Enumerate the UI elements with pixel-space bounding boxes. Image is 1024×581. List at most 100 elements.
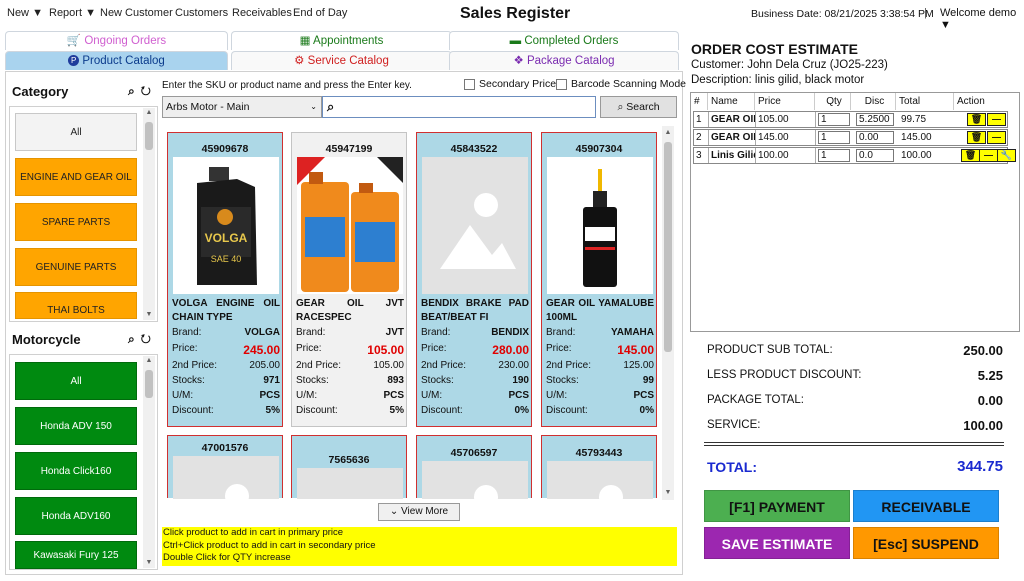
category-all[interactable]: All xyxy=(15,113,137,151)
product-image: VOLGA SAE 40 xyxy=(173,157,279,294)
tab-ongoing-orders[interactable]: 🛒 Ongoing Orders xyxy=(5,31,228,50)
top-menu-bar: New ▼ Report ▼ New Customer Customers Re… xyxy=(0,0,1024,31)
tab-service-catalog[interactable]: ⚙ Service Catalog xyxy=(231,51,452,70)
menu-end-of-day[interactable]: End of Day xyxy=(293,7,347,19)
scroll-down-arrow[interactable]: ▼ xyxy=(662,488,674,498)
scroll-up-arrow[interactable]: ▲ xyxy=(143,356,155,366)
product-card[interactable]: 45907304 GEAR OIL YAMALUBE 100ML Brand: Y… xyxy=(541,132,657,427)
save-estimate-button[interactable]: SAVE ESTIMATE xyxy=(704,527,850,559)
table-row[interactable]: 1 GEAR OIL 105.00 1 5.2500 99.75 🗑 — xyxy=(693,111,1008,128)
product-discount: 0% xyxy=(639,405,654,416)
gears-icon: ⚙ xyxy=(294,55,305,67)
scroll-up-arrow[interactable]: ▲ xyxy=(662,128,674,138)
motorcycle-honda-click160[interactable]: Honda Click160 xyxy=(15,452,137,490)
barcode-mode-checkbox[interactable]: Barcode Scanning Mode xyxy=(556,78,686,90)
image-placeholder-icon xyxy=(599,485,623,499)
product-card[interactable]: 7565636 xyxy=(291,435,407,499)
product-search-input[interactable]: ⌕ xyxy=(322,96,596,118)
search-button[interactable]: ⌕ Search xyxy=(600,96,677,118)
product-name: GEAR OIL JVT RACESPEC xyxy=(296,298,404,323)
product-price: 105.00 xyxy=(367,343,404,357)
tab-appointments[interactable]: ▦ Appointments xyxy=(231,31,452,50)
product-card[interactable]: 45706597 xyxy=(416,435,532,499)
secondary-price-checkbox[interactable]: Secondary Price xyxy=(464,78,556,90)
category-scrollbar[interactable]: ▲ ▼ xyxy=(143,108,155,320)
instructions-box: Click product to add in cart in primary … xyxy=(162,527,677,566)
product-stocks: 971 xyxy=(263,375,280,386)
scroll-down-arrow[interactable]: ▼ xyxy=(143,558,155,568)
motorcycle-honda-adv160[interactable]: Honda ADV160 xyxy=(15,497,137,535)
menu-customers[interactable]: Customers xyxy=(175,7,228,19)
menu-new[interactable]: New ▼ xyxy=(7,7,43,19)
branch-select[interactable]: Arbs Motor - Main ⌄ xyxy=(162,96,322,118)
calendar-icon: ▦ xyxy=(299,35,311,47)
scroll-up-arrow[interactable]: ▲ xyxy=(143,108,155,118)
product-card[interactable]: 45947199 GEAR OIL JVT RACESPEC Brand: JVT… xyxy=(291,132,407,427)
category-genuine-parts[interactable]: GENUINE PARTS xyxy=(15,248,137,286)
catalog-scrollbar[interactable]: ▲ ▼ xyxy=(662,126,674,500)
box-icon: ▬ xyxy=(509,35,522,47)
search-icon[interactable]: ⌕ xyxy=(128,84,141,98)
motorcycle-scrollbar[interactable]: ▲ ▼ xyxy=(143,356,155,568)
product-brand: JVT xyxy=(385,327,404,338)
product-stocks: 190 xyxy=(512,375,529,386)
wrench-icon[interactable]: 🔧 xyxy=(997,149,1016,162)
tab-completed-orders[interactable]: ▬ Completed Orders xyxy=(449,31,679,50)
scroll-thumb[interactable] xyxy=(145,122,153,150)
scroll-down-arrow[interactable]: ▼ xyxy=(143,310,155,320)
motorcycle-all[interactable]: All xyxy=(15,362,137,400)
menu-new-customer[interactable]: New Customer xyxy=(100,7,173,19)
product-card[interactable]: 45793443 xyxy=(541,435,657,499)
table-row[interactable]: 3 Linis Gilid 100.00 1 0.0 100.00 🗑 — 🔧 xyxy=(693,147,1016,164)
motorcycle-kawasaki-fury-125[interactable]: Kawasaki Fury 125 xyxy=(15,541,137,569)
motorcycle-title: Motorcycle xyxy=(12,332,81,347)
chevron-down-icon: ⌄ xyxy=(389,506,399,517)
refresh-icon[interactable]: ↻ xyxy=(141,332,157,346)
minus-icon[interactable]: — xyxy=(987,113,1006,126)
view-more-button[interactable]: ⌄ View More xyxy=(378,503,460,521)
product-sku: 45793443 xyxy=(575,447,623,459)
scroll-thumb[interactable] xyxy=(145,370,153,398)
table-row[interactable]: 2 GEAR OIL 145.00 1 0.00 145.00 🗑 — xyxy=(693,129,1008,146)
search-icon: ⌕ xyxy=(617,101,624,113)
product-card[interactable]: 45843522 BENDIX BRAKE PAD BEAT/BEAT FI B… xyxy=(416,132,532,427)
scroll-thumb[interactable] xyxy=(664,142,672,352)
trash-icon[interactable]: 🗑 xyxy=(961,149,980,162)
receivable-button[interactable]: RECEIVABLE xyxy=(853,490,999,522)
minus-icon[interactable]: — xyxy=(979,149,998,162)
qty-input[interactable]: 1 xyxy=(818,149,850,162)
payment-button[interactable]: [F1] PAYMENT xyxy=(704,490,850,522)
refresh-icon[interactable]: ↻ xyxy=(141,84,157,98)
category-spare-parts[interactable]: SPARE PARTS xyxy=(15,203,137,241)
tab-package-catalog[interactable]: ❖ Package Catalog xyxy=(449,51,679,70)
qty-input[interactable]: 1 xyxy=(818,113,850,126)
suspend-button[interactable]: [Esc] SUSPEND xyxy=(853,527,999,559)
product-card[interactable]: 45909678 VOLGA SAE 40 VOLGA ENGINE OIL C… xyxy=(167,132,283,427)
product-brand: YAMAHA xyxy=(611,327,654,338)
menu-report[interactable]: Report ▼ xyxy=(49,7,96,19)
checkbox-box[interactable] xyxy=(464,78,475,90)
package-total-label: PACKAGE TOTAL: xyxy=(707,394,804,406)
product-sku: 45907304 xyxy=(575,143,623,155)
welcome-user-menu[interactable]: Welcome demo ▼ xyxy=(940,7,1024,31)
trash-icon[interactable]: 🗑 xyxy=(967,113,986,126)
product-card[interactable]: 47001576 xyxy=(167,435,283,499)
trash-icon[interactable]: 🗑 xyxy=(967,131,986,144)
chevron-down-icon: ⌄ xyxy=(310,102,317,111)
minus-icon[interactable]: — xyxy=(987,131,1006,144)
category-thai-bolts[interactable]: THAI BOLTS xyxy=(15,292,137,319)
category-engine-gear-oil[interactable]: ENGINE AND GEAR OIL xyxy=(15,158,137,196)
search-icon[interactable]: ⌕ xyxy=(128,332,141,346)
menu-receivables[interactable]: Receivables xyxy=(232,7,292,19)
product-sku: 45909678 xyxy=(201,143,249,155)
motorcycle-honda-adv-150[interactable]: Honda ADV 150 xyxy=(15,407,137,445)
business-date: Business Date: 08/21/2025 3:38:54 PM xyxy=(751,8,934,20)
disc-input[interactable]: 5.2500 xyxy=(856,113,894,126)
svg-text:SAE 40: SAE 40 xyxy=(211,254,242,264)
checkbox-box[interactable] xyxy=(556,78,567,90)
disc-input[interactable]: 0.00 xyxy=(856,131,894,144)
qty-input[interactable]: 1 xyxy=(818,131,850,144)
tab-product-catalog[interactable]: P Product Catalog xyxy=(5,51,228,70)
product-name: GEAR OIL YAMALUBE 100ML xyxy=(546,298,654,323)
disc-input[interactable]: 0.0 xyxy=(856,149,894,162)
